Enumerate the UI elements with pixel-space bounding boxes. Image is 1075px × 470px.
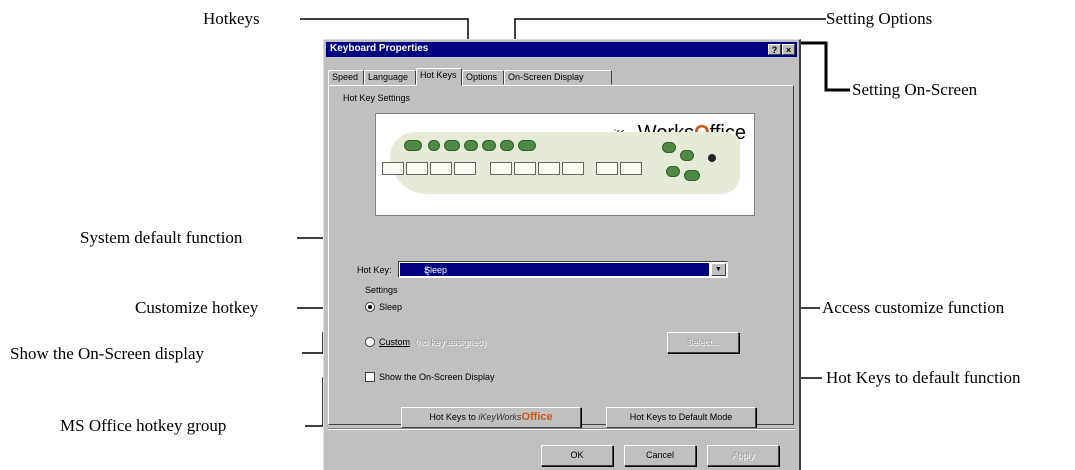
help-button[interactable]: ?: [768, 44, 781, 55]
dialog-title: Keyboard Properties: [330, 43, 429, 54]
callout-setting-options: Setting Options: [826, 9, 933, 28]
hot-keys-to-default-mode-button[interactable]: Hot Keys to Default Mode: [606, 407, 756, 428]
tab-on-screen-display[interactable]: On-Screen Display: [504, 70, 612, 85]
callout-ms-office-group: MS Office hotkey group: [60, 416, 227, 435]
select-button[interactable]: Select...: [667, 332, 739, 353]
sleep-radio-label: Sleep: [379, 302, 403, 312]
show-osd-checkbox-label: Show the On-Screen Display: [379, 372, 495, 382]
callout-hotkeys-default: Hot Keys to default function: [826, 368, 1021, 387]
callout-customize-hotkey: Customize hotkey: [135, 298, 259, 317]
hot-key-select[interactable]: ☾ Sleep ▼: [398, 261, 728, 278]
tab-language[interactable]: Language: [364, 70, 416, 85]
custom-radio[interactable]: [365, 337, 375, 347]
chevron-down-icon[interactable]: ▼: [711, 263, 726, 276]
custom-key-field[interactable]: (no key assigned): [415, 337, 486, 347]
keyboard-body-graphic: [382, 132, 740, 194]
cancel-button[interactable]: Cancel: [624, 445, 696, 466]
separator: [328, 428, 795, 430]
callout-setting-onscreen: Setting On-Screen: [852, 80, 978, 99]
keyboard-image: iKeyWorksOffice: [375, 113, 755, 216]
callout-system-default: System default function: [80, 228, 243, 247]
settings-label: Settings: [365, 285, 398, 295]
hot-key-label: Hot Key:: [357, 265, 392, 275]
ok-button[interactable]: OK: [541, 445, 613, 466]
show-osd-checkbox[interactable]: [365, 372, 375, 382]
hot-key-value: Sleep: [424, 265, 448, 275]
keyboard-properties-dialog: Keyboard Properties ? × Speed Language H…: [323, 39, 801, 470]
tab-hot-keys[interactable]: Hot Keys: [416, 68, 462, 86]
tab-speed[interactable]: Speed: [328, 70, 364, 85]
close-button[interactable]: ×: [782, 44, 795, 55]
apply-button[interactable]: Apply: [707, 445, 779, 466]
tab-options[interactable]: Options: [462, 70, 504, 85]
callout-show-onscreen: Show the On-Screen display: [10, 344, 205, 363]
callout-hotkeys: Hotkeys: [203, 9, 260, 28]
sleep-radio[interactable]: [365, 302, 375, 312]
hot-key-settings-label: Hot Key Settings: [343, 93, 411, 103]
title-bar: Keyboard Properties ? ×: [326, 42, 797, 57]
callout-access-customize: Access customize function: [822, 298, 1005, 317]
hot-keys-to-office-button[interactable]: Hot Keys to iKeyWorksOffice: [401, 407, 581, 428]
custom-radio-label: Custom: [379, 337, 411, 347]
hot-keys-panel: Hot Key Settings iKeyWorksOffice: [328, 85, 794, 428]
